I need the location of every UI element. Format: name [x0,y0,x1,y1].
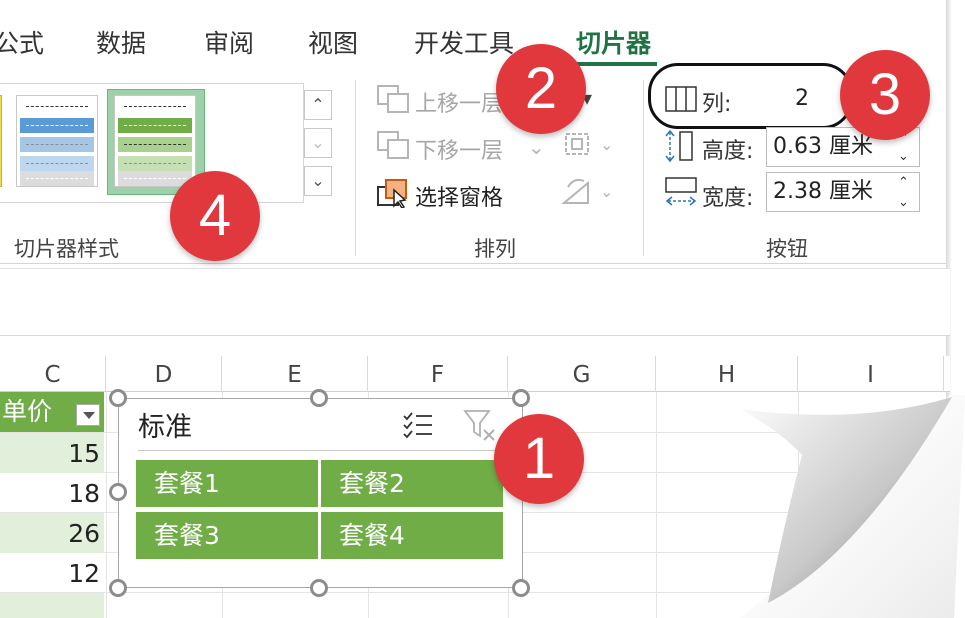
table-cell-price[interactable]: 26 [0,513,104,553]
callout-badge-2: 2 [496,44,586,134]
tab-slicer[interactable]: 切片器 [576,24,651,60]
resize-handle[interactable] [109,483,127,501]
column-header-c[interactable]: C [0,356,106,392]
callout-badge-1: 1 [494,414,584,504]
slicer-item-2[interactable]: 套餐2 [321,460,503,507]
column-header-f[interactable]: F [368,356,508,392]
gridline [656,392,657,618]
resize-handle[interactable] [512,579,530,597]
multi-select-icon[interactable] [402,410,434,440]
chevron-up-icon: ⌃ [311,95,325,114]
width-label: 宽度: [702,186,754,211]
height-icon [665,129,693,163]
width-input[interactable]: 2.38 厘米 [766,172,920,212]
page-curl-decoration [740,395,965,618]
bring-forward-icon [377,85,409,113]
column-header-i[interactable]: I [798,356,944,392]
table-cell-price[interactable]: 18 [0,473,104,513]
style-swatch-blue[interactable] [16,95,98,187]
style-swatch-green[interactable] [114,95,196,187]
chevron-down-icon: ⌄ [311,133,325,152]
gridline [106,392,107,618]
slicer-title: 标准 [138,412,192,443]
height-label: 高度: [702,139,754,164]
tab-data[interactable]: 数据 [96,24,146,60]
filter-dropdown-button[interactable] [76,404,100,426]
columns-highlight-ring [648,63,853,129]
group-separator [355,80,356,256]
clear-filter-icon[interactable] [462,408,498,442]
gallery-scroll-up-button[interactable]: ⌃ [304,90,332,120]
column-header-d[interactable]: D [106,356,222,392]
send-backward-icon [377,131,409,159]
send-backward-dropdown-icon[interactable]: ⌄ [528,135,545,159]
column-header-h[interactable]: H [656,356,798,392]
group-label-buttons: 按钮 [766,237,808,261]
resize-handle[interactable] [310,389,328,407]
tab-developer[interactable]: 开发工具 [414,24,514,60]
group-label-arrange: 排列 [474,237,516,261]
excel-window: 公式 数据 审阅 视图 开发工具 切片器 ⌃ ⌄ ⌄ 切片器样式 上移一层 下移… [0,0,965,618]
table-cell-price[interactable] [0,593,104,618]
height-spin-down-icon[interactable]: ⌄ [898,150,909,163]
group-objects-icon[interactable]: ⌄ [560,130,620,160]
tab-view[interactable]: 视图 [308,24,358,60]
rotate-icon[interactable]: ⌄ [560,175,620,207]
gallery-more-button[interactable]: ⌄ [304,166,332,196]
width-spin-down-icon[interactable]: ⌄ [898,196,909,209]
formula-bar-area [0,268,950,336]
selection-pane-button[interactable]: 选择窗格 [415,180,503,212]
active-tab-indicator [573,62,657,66]
column-header-e[interactable]: E [222,356,368,392]
callout-badge-3: 3 [840,50,930,140]
tab-formulas[interactable]: 公式 [0,24,44,60]
callout-badge-4: 4 [170,171,260,261]
svg-text:⌄: ⌄ [600,182,613,201]
bring-forward-button[interactable]: 上移一层 [415,86,503,118]
send-backward-button[interactable]: 下移一层 [415,133,503,165]
slicer-item-1[interactable]: 套餐1 [136,460,318,507]
width-icon [665,177,697,206]
resize-handle[interactable] [109,579,127,597]
gallery-scroll-down-button[interactable]: ⌄ [304,128,332,158]
resize-handle[interactable] [512,389,530,407]
slicer-item-4[interactable]: 套餐4 [321,512,503,559]
style-swatch-yellow[interactable] [0,95,2,187]
table-cell-price[interactable]: 15 [0,433,104,473]
page-edge-shadow [946,0,952,400]
column-header-g[interactable]: G [508,356,656,392]
width-spin-up-icon[interactable]: ⌃ [898,176,909,189]
svg-text:⌄: ⌄ [600,135,613,154]
tab-review[interactable]: 审阅 [204,24,254,60]
group-separator [643,80,644,256]
selection-pane-icon [377,179,407,208]
resize-handle[interactable] [109,389,127,407]
resize-handle[interactable] [310,579,328,597]
slicer-divider [138,450,502,451]
group-label-slicer-styles: 切片器样式 [14,237,119,261]
slicer-item-3[interactable]: 套餐3 [136,512,318,559]
expand-gallery-icon: ⌄ [311,171,325,190]
table-cell-price[interactable]: 12 [0,553,104,593]
